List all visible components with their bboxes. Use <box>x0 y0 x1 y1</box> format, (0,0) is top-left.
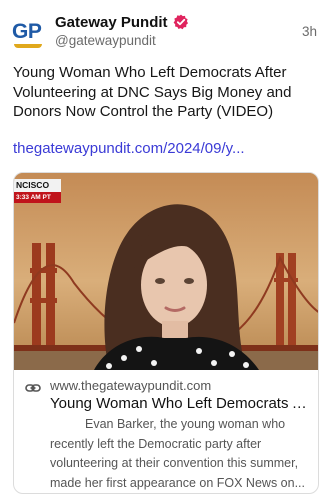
handle[interactable]: @gatewaypundit <box>55 33 156 48</box>
avatar-swoosh <box>14 44 42 48</box>
card-title[interactable]: Young Woman Who Left Democrats A... <box>50 394 312 413</box>
display-name[interactable]: Gateway Pundit <box>55 14 168 31</box>
name-row: Gateway Pundit <box>55 12 189 32</box>
news-chyron: NCISCO 3:33 AM PT <box>14 179 61 203</box>
card-description: Evan Barker, the young woman who recentl… <box>50 417 305 490</box>
post-link[interactable]: thegatewaypundit.com/2024/09/y... <box>13 139 318 158</box>
card-body[interactable]: www.thegatewaypundit.com Young Woman Who… <box>14 370 318 493</box>
avatar[interactable]: GP <box>12 18 46 52</box>
link-icon <box>25 380 41 396</box>
chyron-city: NCISCO <box>14 179 61 192</box>
avatar-logo-text: GP <box>12 20 42 43</box>
timestamp[interactable]: 3h <box>302 24 317 39</box>
link-preview-card[interactable]: NCISCO 3:33 AM PT www.thegatewaypundit.c… <box>13 172 319 494</box>
post-header: GP Gateway Pundit @gatewaypundit 3h <box>0 0 331 62</box>
card-domain: www.thegatewaypundit.com <box>50 378 212 393</box>
verified-badge-icon <box>173 14 189 30</box>
post-text: Young Woman Who Left Democrats After Vol… <box>13 64 292 120</box>
chyron-time: 3:33 AM PT <box>14 192 61 203</box>
card-image[interactable]: NCISCO 3:33 AM PT <box>14 173 318 370</box>
